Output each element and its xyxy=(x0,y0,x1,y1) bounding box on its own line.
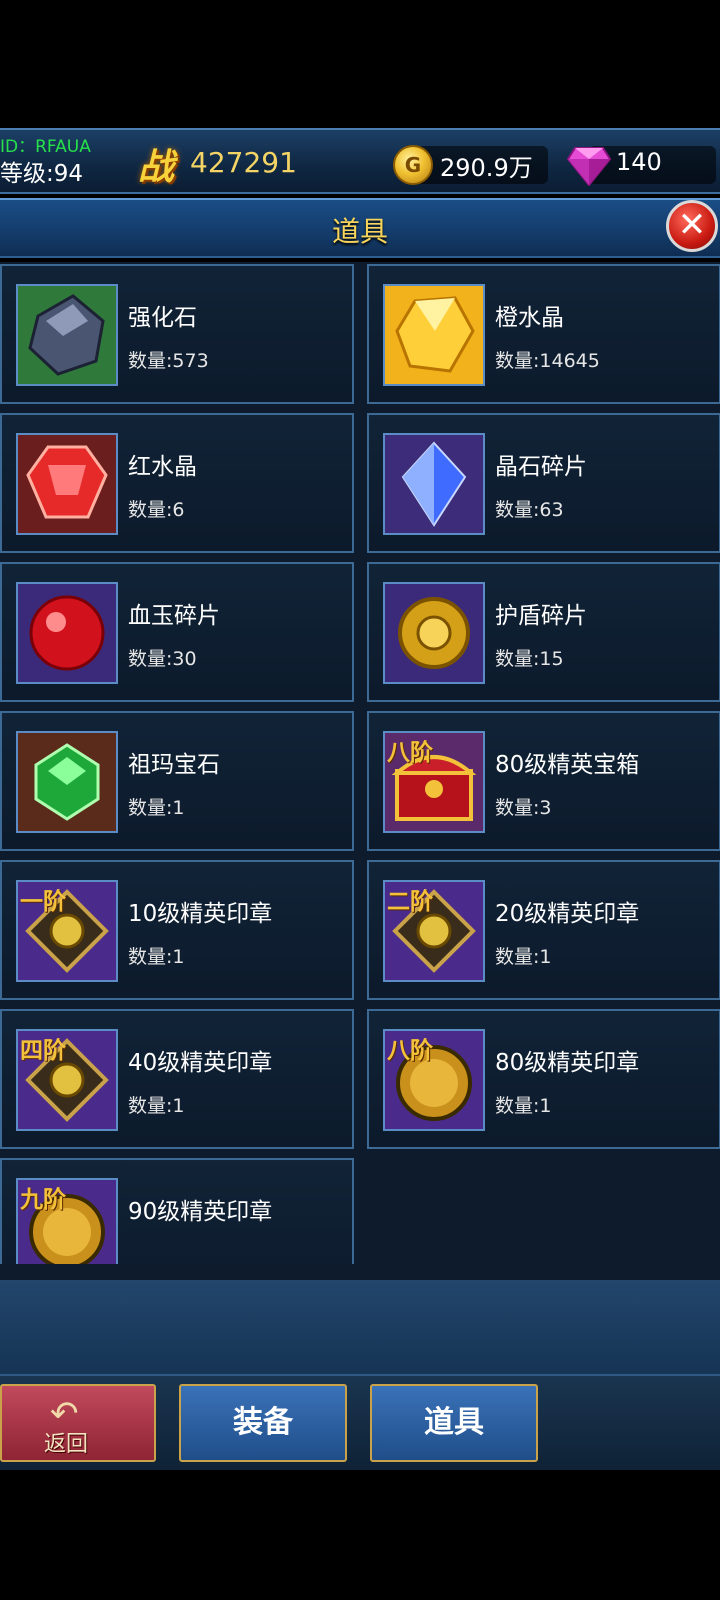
item-card[interactable]: 橙水晶数量:14645 xyxy=(367,264,720,404)
equip-tab-button[interactable]: 装备 xyxy=(179,1384,347,1462)
panel-title: 道具 xyxy=(331,215,388,248)
crystal-shard-icon xyxy=(383,433,485,535)
item-card[interactable]: 八阶 80级精英宝箱数量:3 xyxy=(367,711,720,851)
orange-crystal-icon xyxy=(383,284,485,386)
item-count: 数量:1 xyxy=(495,946,552,968)
combat-power-icon: 战 xyxy=(138,147,175,188)
bottom-panel xyxy=(0,1280,720,1374)
shield-shard-icon xyxy=(383,582,485,684)
item-name: 80级精英印章 xyxy=(495,1050,640,1076)
medal-icon: 八阶 xyxy=(383,1029,485,1131)
item-count: 数量:63 xyxy=(495,499,564,521)
seal-icon: 四阶 xyxy=(16,1029,118,1131)
treasure-chest-icon: 八阶 xyxy=(383,731,485,833)
item-count: 数量:15 xyxy=(495,648,564,670)
item-count: 数量:1 xyxy=(495,1095,552,1117)
item-card[interactable]: 九阶 90级精英印章 xyxy=(0,1158,354,1264)
item-count: 数量:1 xyxy=(128,946,185,968)
item-card[interactable]: 强化石数量:573 xyxy=(0,264,354,404)
item-card[interactable]: 八阶 80级精英印章数量:1 xyxy=(367,1009,720,1149)
item-name: 祖玛宝石 xyxy=(128,752,220,778)
item-count: 数量:6 xyxy=(128,499,185,521)
item-card[interactable]: 二阶 20级精英印章数量:1 xyxy=(367,860,720,1000)
tier-badge: 一阶 xyxy=(20,889,66,915)
player-level: 等级:94 xyxy=(0,161,84,187)
item-count: 数量:1 xyxy=(128,797,185,819)
close-icon: ✕ xyxy=(677,205,707,245)
item-card[interactable]: 晶石碎片数量:63 xyxy=(367,413,720,553)
item-name: 橙水晶 xyxy=(495,305,564,331)
item-count: 数量:573 xyxy=(128,350,209,372)
gold-coin-icon: G xyxy=(393,145,433,185)
red-crystal-icon xyxy=(16,433,118,535)
back-button-label: 返回 xyxy=(44,1432,89,1457)
item-card[interactable]: 护盾碎片数量:15 xyxy=(367,562,720,702)
item-name: 血玉碎片 xyxy=(128,603,220,629)
item-count: 数量:14645 xyxy=(495,350,600,372)
seal-icon: 二阶 xyxy=(383,880,485,982)
item-name: 晶石碎片 xyxy=(495,454,587,480)
item-card[interactable]: 一阶 10级精英印章数量:1 xyxy=(0,860,354,1000)
zuma-gem-icon xyxy=(16,731,118,833)
item-name: 40级精英印章 xyxy=(128,1050,273,1076)
stone-icon xyxy=(16,284,118,386)
item-name: 10级精英印章 xyxy=(128,901,273,927)
gold-value: 290.9万 xyxy=(440,154,533,182)
item-card[interactable]: 红水晶数量:6 xyxy=(0,413,354,553)
medal-icon: 九阶 xyxy=(16,1178,118,1264)
item-grid[interactable]: 强化石 数量:573 橙水晶 数量:14645 红水晶 数量:6 晶石碎片 数量:63 血玉碎片… xyxy=(0,262,720,1264)
items-tab-button[interactable]: 道具 xyxy=(370,1384,538,1462)
combat-power-value: 427291 xyxy=(190,146,297,179)
item-name: 红水晶 xyxy=(128,454,197,480)
item-count: 数量:3 xyxy=(495,797,552,819)
tier-badge: 九阶 xyxy=(20,1187,66,1213)
close-button[interactable]: ✕ xyxy=(666,200,718,252)
tier-badge: 八阶 xyxy=(387,1038,433,1064)
diamond-icon xyxy=(567,147,611,186)
item-name: 90级精英印章 xyxy=(128,1199,273,1225)
item-card[interactable]: 祖玛宝石数量:1 xyxy=(0,711,354,851)
blood-jade-icon xyxy=(16,582,118,684)
item-name: 20级精英印章 xyxy=(495,901,640,927)
item-card[interactable]: 血玉碎片数量:30 xyxy=(0,562,354,702)
seal-icon: 一阶 xyxy=(16,880,118,982)
gem-value: 140 xyxy=(616,148,662,176)
tier-badge: 二阶 xyxy=(387,889,433,915)
item-count: 数量:1 xyxy=(128,1095,185,1117)
item-name: 80级精英宝箱 xyxy=(495,752,640,778)
item-card[interactable]: 四阶 40级精英印章数量:1 xyxy=(0,1009,354,1149)
item-name: 护盾碎片 xyxy=(495,603,587,629)
tier-badge: 八阶 xyxy=(387,740,433,766)
item-count: 数量:30 xyxy=(128,648,197,670)
tier-badge: 四阶 xyxy=(20,1038,66,1064)
item-name: 强化石 xyxy=(128,305,197,331)
